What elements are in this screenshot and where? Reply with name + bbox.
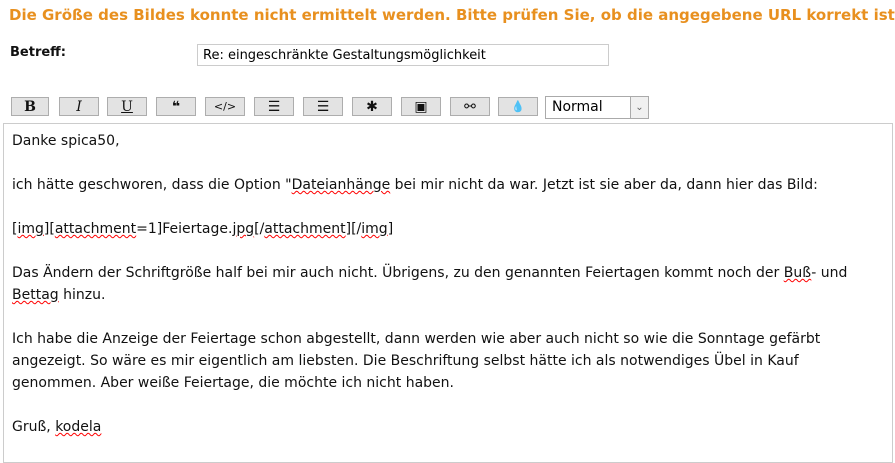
line: Das Ändern der Schriftgröße half bei mir… <box>12 265 848 303</box>
link-button[interactable]: ⚯ <box>450 97 490 116</box>
font-size-select[interactable]: Normal ⌄ <box>545 96 649 119</box>
subject-input[interactable]: Re: eingeschränkte Gestaltungsmöglichkei… <box>197 44 609 66</box>
error-message: Die Größe des Bildes konnte nicht ermitt… <box>9 6 895 24</box>
bold-button[interactable]: B <box>11 97 49 116</box>
line: Gruß, kodela <box>12 419 102 435</box>
line: Danke spica50, <box>12 133 120 149</box>
color-button[interactable]: 💧 <box>498 97 538 116</box>
message-textarea[interactable]: Danke spica50, ich hätte geschworen, das… <box>3 123 893 463</box>
chevron-down-icon[interactable]: ⌄ <box>630 97 648 118</box>
font-size-value: Normal <box>552 99 603 115</box>
image-button[interactable]: ▣ <box>401 97 441 116</box>
ordered-list-button[interactable]: ☰ <box>303 97 343 116</box>
line: [img][attachment=1]Feiertage.jpg[/attach… <box>12 221 394 237</box>
subject-label: Betreff: <box>10 45 66 60</box>
code-button[interactable]: </> <box>205 97 245 116</box>
line: ich hätte geschworen, dass die Option "D… <box>12 177 818 193</box>
quote-button[interactable]: ❝ <box>156 97 196 116</box>
star-button[interactable]: ✱ <box>352 97 392 116</box>
italic-button[interactable]: I <box>59 97 99 116</box>
underline-button[interactable]: U <box>107 97 147 116</box>
line: Ich habe die Anzeige der Feiertage schon… <box>12 331 821 391</box>
list-button[interactable]: ☰ <box>254 97 294 116</box>
